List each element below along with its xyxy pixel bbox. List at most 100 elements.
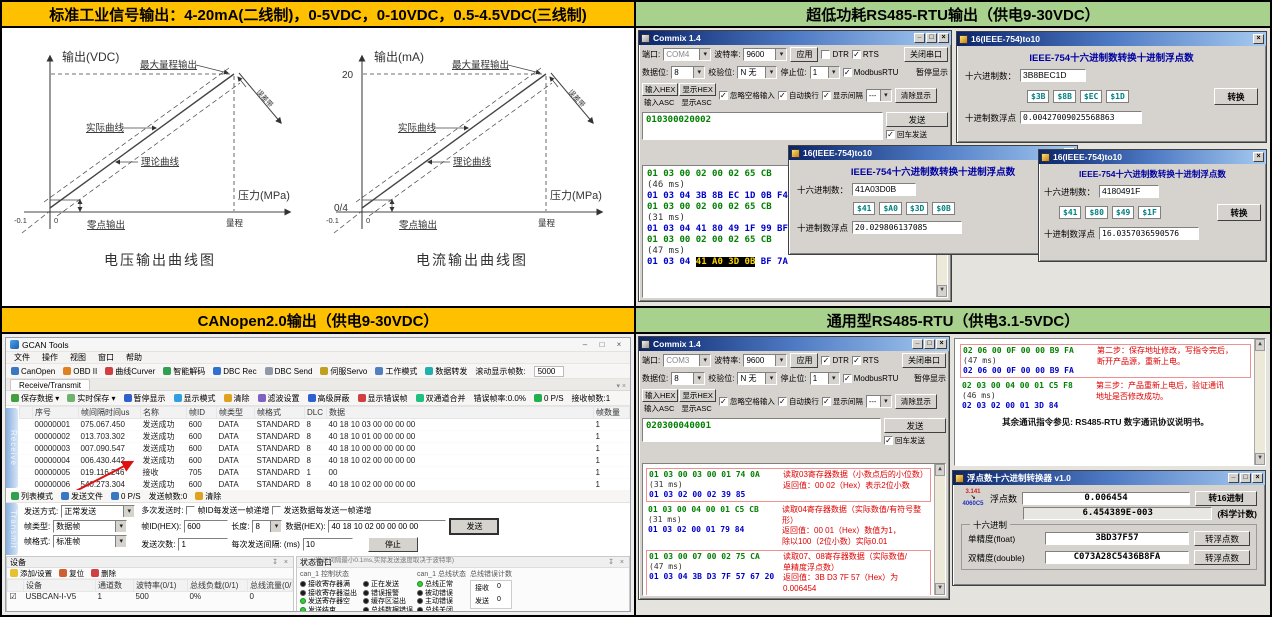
parity-select[interactable]: N 无	[737, 66, 777, 79]
rts-checkbox[interactable]: RTS	[852, 50, 879, 59]
column-header[interactable]	[8, 580, 24, 592]
close-button[interactable]	[938, 33, 949, 43]
port-select[interactable]: COM3	[663, 354, 711, 367]
databits-select[interactable]: 8	[671, 66, 705, 79]
pause-display-button[interactable]: 暂停显示	[916, 67, 948, 78]
send-interval-input[interactable]: 10	[303, 538, 353, 551]
wordwrap-checkbox[interactable]: 自动换行	[778, 396, 819, 407]
stop-button[interactable]: 停止	[368, 537, 418, 552]
convert-button[interactable]: 转换	[1214, 88, 1258, 105]
column-header[interactable]: 总线流量(0/1)	[248, 580, 293, 592]
fwd-item[interactable]: 数据转发	[425, 366, 467, 377]
ignore-space-checkbox[interactable]: 忽略空格输入	[719, 90, 775, 101]
to-hex-button[interactable]: 转16进制	[1195, 491, 1257, 506]
scroll-frames-input[interactable]: 5000	[534, 366, 564, 377]
serial-output-area[interactable]: 01 03 00 03 00 01 74 0A(31 ms)01 03 02 0…	[642, 463, 946, 596]
dtr-checkbox[interactable]: DTR	[821, 356, 848, 365]
clean-item[interactable]: 清除	[224, 393, 250, 404]
send-button[interactable]: 发送	[886, 112, 948, 127]
close-button[interactable]: ×	[612, 340, 626, 349]
show-hex-option[interactable]: 显示HEX	[679, 83, 715, 96]
scrollbar[interactable]	[1254, 339, 1265, 465]
single-hex-input[interactable]: 3BD37F57	[1045, 532, 1189, 545]
apply-button[interactable]: 应用	[790, 47, 818, 62]
clear-display-button[interactable]: 清除显示	[895, 394, 937, 409]
menu-item[interactable]: 操作	[42, 352, 58, 363]
errf-item[interactable]: 显示错误帧	[358, 393, 408, 404]
title-bar[interactable]: GCAN Tools – □ ×	[6, 338, 630, 352]
close-button[interactable]	[1253, 34, 1264, 44]
frame-format-select[interactable]: 标准帧	[53, 535, 127, 548]
format-select[interactable]: ---	[866, 395, 892, 408]
input-hex-option[interactable]: 输入HEX	[642, 389, 678, 402]
title-bar[interactable]: 浮点数十六进制转换器 v1.0	[953, 471, 1265, 485]
close-port-button[interactable]: 关闭串口	[904, 47, 948, 62]
title-bar[interactable]: Commix 1.4	[639, 31, 951, 45]
table-row[interactable]: 00000002013.703.302发送成功600DATASTANDARD84…	[20, 431, 630, 443]
column-header[interactable]: 波特率(0/1)	[134, 580, 188, 592]
toolbar-item[interactable]: 发送帧数:0	[149, 491, 188, 502]
input-asc-option[interactable]: 输入ASC	[642, 97, 678, 108]
input-asc-option[interactable]: 输入ASC	[642, 403, 678, 414]
interval-checkbox[interactable]: 显示间隔	[822, 90, 863, 101]
hex-asc-selector[interactable]: 输入HEX 显示HEX 输入ASC 显示ASC	[642, 83, 716, 108]
column-header[interactable]: 帧格式	[255, 407, 305, 419]
table-row[interactable]: ☑USBCAN-I-V515000%0	[8, 592, 293, 602]
title-bar[interactable]: 16(IEEE-754)to10	[957, 32, 1266, 46]
column-header[interactable]: 总线负载(0/1)	[188, 580, 248, 592]
maximize-button[interactable]	[1240, 473, 1251, 483]
menu-item[interactable]: 窗口	[98, 352, 114, 363]
menu-item[interactable]: 视图	[70, 352, 86, 363]
send-frame-button[interactable]: 发送	[449, 518, 499, 535]
clean-item[interactable]: 清除	[195, 491, 221, 502]
canopen-item[interactable]: CanOpen	[11, 366, 55, 377]
double-to-float-button[interactable]: 转浮点数	[1194, 550, 1250, 565]
decode-item[interactable]: 智能解码	[163, 366, 205, 377]
table-row[interactable]: 00000003007.090.547发送成功600DATASTANDARD84…	[20, 443, 630, 455]
wordwrap-checkbox[interactable]: 自动换行	[778, 90, 819, 101]
dtr-checkbox[interactable]: DTR	[821, 50, 848, 59]
rtsave-item[interactable]: 实时保存 ▾	[67, 393, 115, 404]
menu-item[interactable]: 帮助	[126, 352, 142, 363]
column-header[interactable]: 帧间隔时间us	[79, 407, 141, 419]
column-header[interactable]: 设备	[24, 580, 96, 592]
sendf-item[interactable]: 发送文件	[61, 491, 103, 502]
maximize-button[interactable]	[926, 33, 937, 43]
curve-item[interactable]: 曲线Curver	[105, 366, 155, 377]
double-hex-input[interactable]: C073A28C5436B8FA	[1045, 551, 1189, 564]
minimize-button[interactable]	[914, 33, 925, 43]
toolbar-item[interactable]: 错误帧率:0.0%	[474, 393, 526, 404]
data-input[interactable]: 40 18 10 02 00 00 00 00	[328, 520, 446, 533]
address-change-panel[interactable]: 02 06 00 0F 00 00 B9 FA(47 ms)02 06 00 0…	[954, 338, 1266, 466]
close-button[interactable]	[936, 339, 947, 349]
down-item[interactable]: 0 P/S	[111, 492, 141, 501]
float-input[interactable]: 0.006454	[1022, 492, 1190, 505]
inc-data-checkbox[interactable]: 发送数据每发送一帧递增	[272, 505, 371, 516]
maximize-button[interactable]: □	[595, 340, 609, 349]
baud-select[interactable]: 9600	[743, 48, 787, 61]
frame-type-select[interactable]: 数据帧	[53, 520, 127, 533]
servo-item[interactable]: 伺服Servo	[320, 366, 367, 377]
table-row[interactable]: 00000006540.273.304发送成功600DATASTANDARD84…	[20, 479, 630, 491]
rts-checkbox[interactable]: RTS	[852, 356, 879, 365]
merge-item[interactable]: 双通道合并	[416, 393, 466, 404]
column-header[interactable]: 序号	[33, 407, 79, 419]
column-header[interactable]: 名称	[141, 407, 187, 419]
hex-asc-selector[interactable]: 输入HEX 显示HEX 输入ASC 显示ASC	[642, 389, 716, 414]
title-bar[interactable]: 16(IEEE-754)to10	[1039, 150, 1266, 164]
inc-id-checkbox[interactable]: 帧ID每发送一帧递增	[186, 505, 269, 516]
dec-output[interactable]: 0.00427009025568863	[1020, 111, 1142, 124]
input-hex-option[interactable]: 输入HEX	[642, 83, 678, 96]
pause-display-button[interactable]: 暂停显示	[914, 373, 946, 384]
minimize-button[interactable]: –	[578, 340, 592, 349]
save-item[interactable]: 保存数据 ▾	[11, 393, 59, 404]
column-header[interactable]: 通道数	[96, 580, 134, 592]
send-button[interactable]: 发送	[884, 418, 946, 433]
hex-input[interactable]: 41A03D0B	[852, 183, 916, 196]
length-select[interactable]: 8	[252, 520, 282, 533]
dbcsend-item[interactable]: DBC Send	[265, 366, 313, 377]
parity-select[interactable]: N 无	[737, 372, 777, 385]
maximize-button[interactable]	[924, 339, 935, 349]
tab-transmit-vertical[interactable]: Transmit	[6, 503, 18, 555]
send-input[interactable]: 020300040001	[642, 418, 881, 442]
